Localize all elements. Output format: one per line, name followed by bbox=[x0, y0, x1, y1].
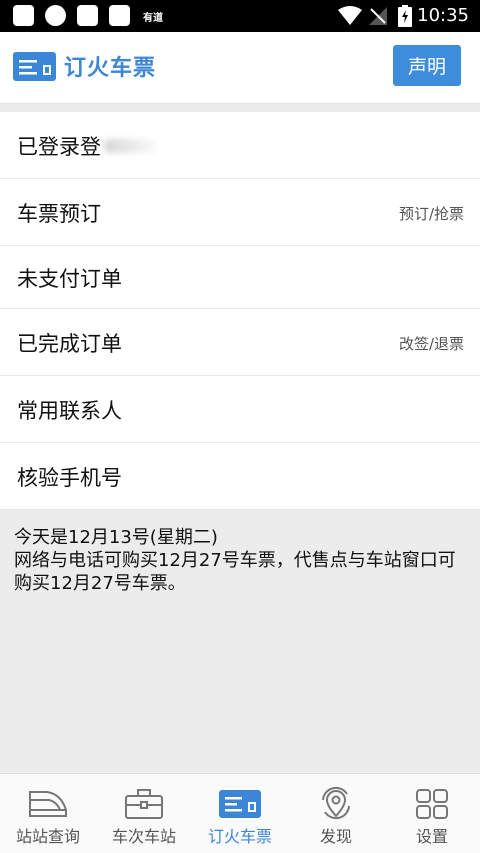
status-bar: 有道 10:35 bbox=[0, 0, 480, 32]
compass-location-icon bbox=[322, 786, 350, 820]
battery-icon bbox=[398, 5, 412, 27]
nav-label: 订火车票 bbox=[207, 827, 272, 846]
menu-item-unpaid-orders[interactable]: 未支付订单 bbox=[0, 246, 480, 309]
menu-item-ticket-booking[interactable]: 车票预订 预订/抢票 bbox=[0, 179, 480, 246]
menu-item-label: 未支付订单 bbox=[17, 267, 122, 291]
train-icon bbox=[29, 791, 67, 817]
signal-icon bbox=[369, 7, 387, 25]
divider bbox=[0, 104, 480, 112]
menu-item-contacts[interactable]: 常用联系人 bbox=[0, 376, 480, 443]
menu-item-verify-phone[interactable]: 核验手机号 bbox=[0, 443, 480, 510]
redacted-username bbox=[104, 139, 156, 153]
app-header: 订火车票 声明 bbox=[0, 32, 480, 104]
nav-book-ticket[interactable]: 订火车票 bbox=[192, 774, 288, 853]
notification-icon bbox=[45, 5, 66, 26]
notice-date: 今天是12月13号(星期二) bbox=[14, 527, 218, 548]
nav-discover[interactable]: 发现 bbox=[288, 774, 384, 853]
briefcase-icon bbox=[125, 789, 163, 819]
clock: 10:35 bbox=[417, 5, 469, 26]
menu-item-label: 已完成订单 bbox=[17, 332, 122, 356]
page-title: 订火车票 bbox=[64, 56, 157, 81]
grid-icon bbox=[416, 789, 448, 819]
menu-list: 已登录登 车票预订 预订/抢票 未支付订单 已完成订单 改签/退票 常用联系人 … bbox=[0, 112, 480, 510]
menu-item-hint: 改签/退票 bbox=[398, 335, 464, 353]
nav-label: 站站查询 bbox=[15, 827, 80, 846]
bottom-nav: 站站查询 车次车站 订火车票 发现 设置 bbox=[0, 773, 480, 853]
notification-text: 有道 bbox=[143, 13, 163, 24]
ticket-logo-icon bbox=[13, 52, 56, 81]
menu-item-label: 核验手机号 bbox=[17, 466, 122, 490]
menu-item-label: 车票预订 bbox=[17, 202, 101, 226]
menu-item-label: 已登录登 bbox=[17, 135, 101, 159]
menu-item-label: 常用联系人 bbox=[17, 399, 122, 423]
ticket-icon bbox=[219, 790, 261, 818]
notification-icon bbox=[109, 5, 130, 26]
nav-label: 车次车站 bbox=[111, 827, 176, 846]
nav-train-station[interactable]: 车次车站 bbox=[96, 774, 192, 853]
wifi-icon bbox=[338, 6, 362, 25]
nav-label: 发现 bbox=[319, 827, 352, 846]
statement-button[interactable]: 声明 bbox=[393, 45, 461, 86]
nav-settings[interactable]: 设置 bbox=[384, 774, 480, 853]
menu-item-login[interactable]: 已登录登 bbox=[0, 112, 480, 179]
sale-date-notice: 今天是12月13号(星期二) 网络与电话可购买12月27号车票，代售点与车站窗口… bbox=[0, 512, 480, 772]
nav-label: 设置 bbox=[415, 827, 448, 846]
notification-icon bbox=[13, 5, 34, 26]
notice-presale: 网络与电话可购买12月27号车票，代售点与车站窗口可购买12月27号车票。 bbox=[14, 550, 456, 594]
menu-item-hint: 预订/抢票 bbox=[398, 205, 464, 223]
notification-icon bbox=[77, 5, 98, 26]
nav-station-query[interactable]: 站站查询 bbox=[0, 774, 96, 853]
menu-item-completed-orders[interactable]: 已完成订单 改签/退票 bbox=[0, 309, 480, 376]
